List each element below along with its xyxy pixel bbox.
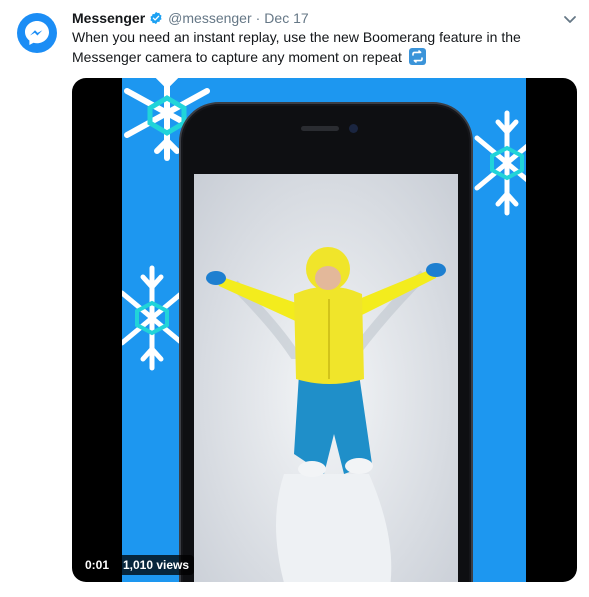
phone-mockup <box>179 102 473 582</box>
author-handle[interactable]: @messenger <box>168 10 251 26</box>
tweet-text: When you need an instant replay, use the… <box>72 27 542 67</box>
tweet-date[interactable]: Dec 17 <box>264 10 308 26</box>
phone-speaker <box>301 126 339 131</box>
tweet-header: Messenger @messenger · Dec 17 <box>72 8 309 28</box>
snowflake-icon <box>122 265 185 371</box>
chevron-down-icon[interactable] <box>561 10 579 28</box>
tweet-body: When you need an instant replay, use the… <box>72 29 521 65</box>
verified-badge-icon <box>150 11 162 25</box>
video-time-badge: 0:01 <box>80 555 115 575</box>
snowflake-icon <box>474 110 526 216</box>
author-name[interactable]: Messenger <box>72 10 145 26</box>
messenger-logo-icon <box>25 21 49 45</box>
video-views-badge: 1,010 views <box>118 555 195 575</box>
header-separator: · <box>255 10 261 26</box>
repeat-emoji-icon <box>408 48 426 65</box>
video-player[interactable]: 0:01 1,010 views <box>72 78 577 582</box>
avatar[interactable] <box>17 13 57 53</box>
snow-angel-image <box>194 174 458 582</box>
phone-camera <box>349 124 358 133</box>
video-content <box>194 174 458 582</box>
video-frame <box>122 78 526 582</box>
